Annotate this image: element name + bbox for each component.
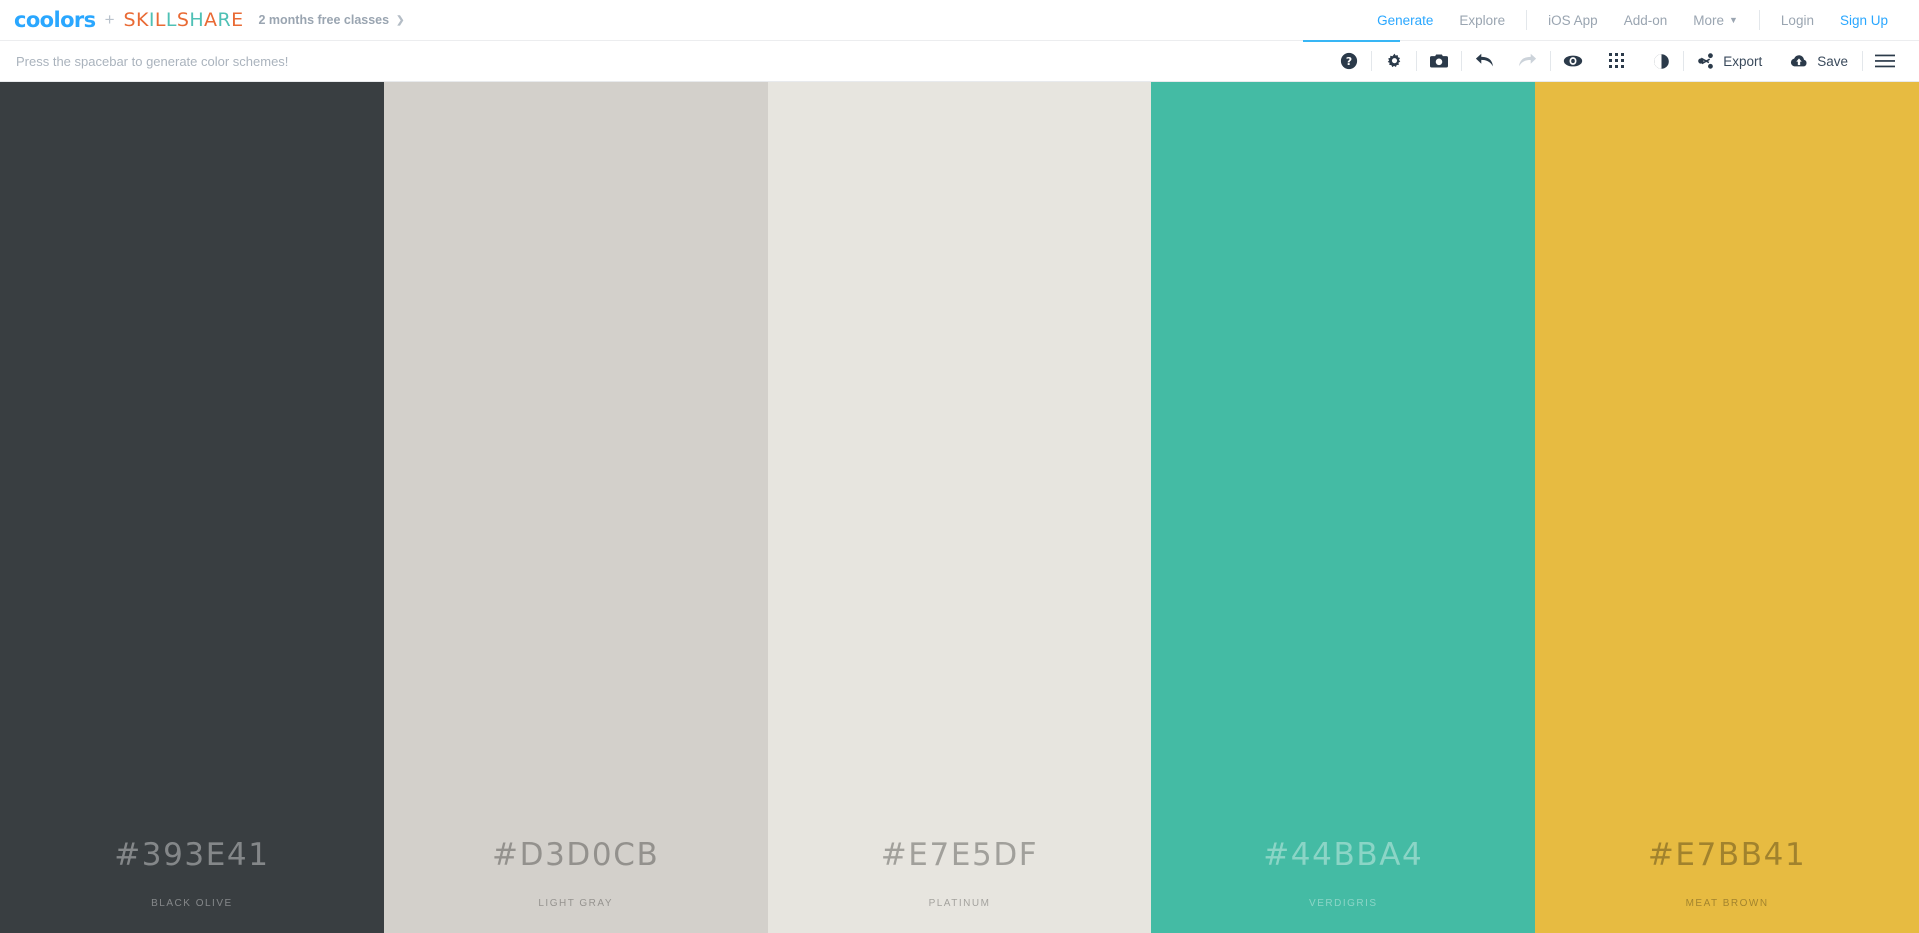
- nav-ios-app-label: iOS App: [1548, 12, 1598, 28]
- skillshare-letter-4: L: [165, 9, 177, 31]
- promo-link[interactable]: 2 months free classes ❯: [258, 13, 404, 27]
- menu-icon[interactable]: [1863, 41, 1907, 82]
- chevron-right-icon: ❯: [396, 14, 405, 26]
- nav-add-on-label: Add-on: [1623, 12, 1668, 28]
- skillshare-letter-9: E: [231, 9, 244, 31]
- skillshare-letter-0: S: [123, 9, 136, 31]
- color-palette: #393E41 BLACK OLIVE #D3D0CB LIGHT GRAY #E7E5…: [0, 82, 1919, 933]
- skillshare-letter-7: A: [204, 9, 218, 31]
- promo-label: 2 months free classes: [258, 13, 390, 27]
- color-swatch[interactable]: #393E41 BLACK OLIVE: [0, 82, 384, 933]
- toolbar-actions: ? Export Save: [1327, 41, 1907, 81]
- swatch-hex-value[interactable]: #E7BB41: [1648, 837, 1806, 873]
- coolors-logo[interactable]: coolors: [14, 8, 96, 32]
- swatch-color-name: LIGHT GRAY: [538, 898, 614, 909]
- color-swatch[interactable]: #D3D0CB LIGHT GRAY: [383, 82, 768, 933]
- chevron-down-icon: ▼: [1729, 15, 1738, 25]
- skillshare-letter-3: L: [154, 9, 166, 31]
- top-header: coolors + SKILLSHARE 2 months free class…: [0, 0, 1919, 41]
- share-icon: [1698, 53, 1714, 69]
- cloud-upload-icon: [1790, 54, 1808, 68]
- skillshare-letter-8: R: [217, 9, 232, 31]
- nav-explore[interactable]: Explore: [1446, 0, 1518, 40]
- active-tab-underline: [1303, 40, 1400, 42]
- nav-sign-up[interactable]: Sign Up: [1827, 0, 1901, 40]
- swatch-color-name: VERDIGRIS: [1309, 898, 1378, 909]
- grid-icon[interactable]: [1595, 41, 1639, 82]
- nav-more[interactable]: More ▼: [1680, 0, 1751, 40]
- swatch-color-name: BLACK OLIVE: [151, 898, 233, 909]
- eye-icon[interactable]: [1551, 41, 1595, 82]
- nav-divider-2: [1758, 10, 1760, 30]
- color-swatch[interactable]: #44BBA4 VERDIGRIS: [1151, 82, 1536, 933]
- redo-icon[interactable]: [1506, 41, 1550, 82]
- swatch-hex-value[interactable]: #D3D0CB: [492, 837, 659, 873]
- swatch-hex-value[interactable]: #E7E5DF: [881, 837, 1039, 873]
- export-label: Export: [1723, 53, 1763, 69]
- swatch-hex-value[interactable]: #44BBA4: [1263, 837, 1423, 873]
- swatch-hex-value[interactable]: #393E41: [114, 837, 269, 873]
- swatch-color-name: MEAT BROWN: [1685, 898, 1769, 909]
- nav-generate-label: Generate: [1377, 12, 1434, 28]
- brand-group: coolors + SKILLSHARE 2 months free class…: [14, 8, 404, 32]
- skillshare-letter-5: S: [176, 9, 190, 31]
- nav-more-label: More: [1693, 12, 1724, 28]
- undo-icon[interactable]: [1462, 41, 1506, 82]
- nav-login[interactable]: Login: [1768, 0, 1827, 40]
- nav-generate[interactable]: Generate: [1364, 0, 1446, 40]
- nav-add-on[interactable]: Add-on: [1611, 0, 1681, 40]
- nav-ios-app[interactable]: iOS App: [1535, 0, 1611, 40]
- nav-sign-up-label: Sign Up: [1839, 12, 1888, 28]
- color-swatch[interactable]: #E7BB41 MEAT BROWN: [1535, 82, 1919, 933]
- skillshare-letter-1: K: [136, 9, 149, 31]
- action-toolbar: Press the spacebar to generate color sch…: [0, 40, 1919, 82]
- camera-icon[interactable]: [1417, 41, 1461, 82]
- save-label: Save: [1817, 53, 1848, 69]
- skillshare-letter-6: H: [189, 9, 205, 31]
- skillshare-logo[interactable]: SKILLSHARE: [124, 9, 244, 31]
- gear-icon[interactable]: [1372, 41, 1416, 82]
- header-nav: Generate Explore iOS App Add-on More ▼ L…: [1364, 0, 1901, 40]
- save-button[interactable]: Save: [1776, 41, 1862, 82]
- nav-divider-1: [1526, 10, 1528, 30]
- plus-separator: +: [104, 10, 115, 29]
- spacebar-hint: Press the spacebar to generate color sch…: [16, 53, 289, 69]
- contrast-icon[interactable]: [1639, 41, 1683, 82]
- help-icon[interactable]: ?: [1327, 41, 1371, 82]
- color-swatch[interactable]: #E7E5DF PLATINUM: [767, 82, 1152, 933]
- svg-text:?: ?: [1346, 55, 1352, 68]
- export-button[interactable]: Export: [1684, 41, 1776, 82]
- nav-explore-label: Explore: [1459, 12, 1506, 28]
- swatch-color-name: PLATINUM: [928, 898, 991, 909]
- nav-login-label: Login: [1780, 12, 1814, 28]
